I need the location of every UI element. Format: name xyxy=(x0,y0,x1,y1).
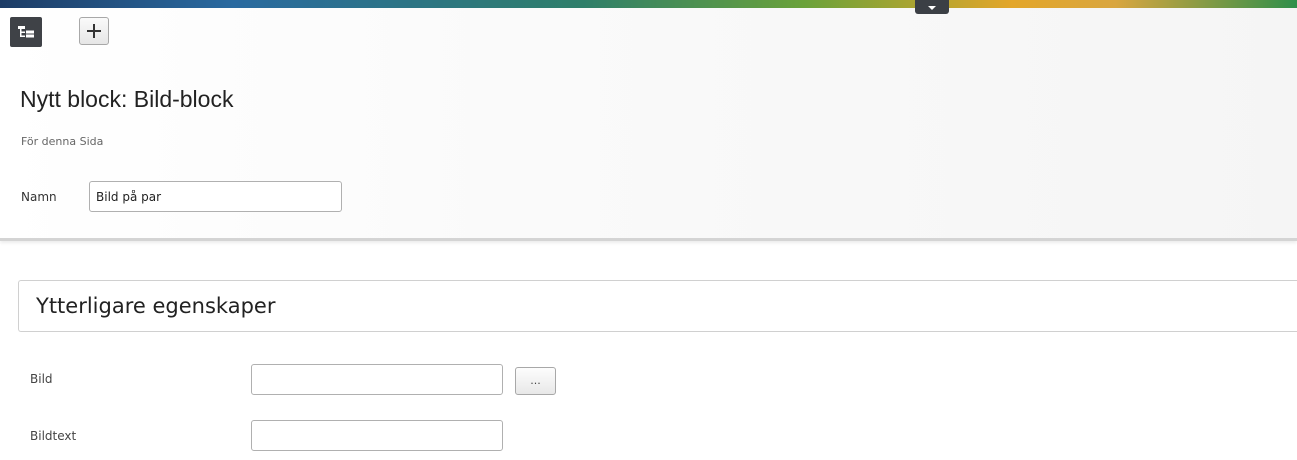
browse-image-button[interactable]: ... xyxy=(515,367,556,395)
toggle-navigation-tree-button[interactable] xyxy=(10,17,42,47)
name-input[interactable] xyxy=(89,181,342,212)
chevron-down-icon xyxy=(928,6,936,10)
additional-properties-section: Ytterligare egenskaper xyxy=(18,280,1297,332)
page-subtitle: För denna Sida xyxy=(21,135,104,148)
name-label: Namn xyxy=(21,190,57,204)
image-label: Bild xyxy=(30,372,53,386)
plus-icon xyxy=(87,24,101,38)
navigation-tree-icon xyxy=(18,26,34,38)
page-title: Nytt block: Bild-block xyxy=(20,86,234,112)
collapse-header-button[interactable] xyxy=(915,0,949,14)
image-input[interactable] xyxy=(251,364,503,395)
section-title: Ytterligare egenskaper xyxy=(36,294,276,318)
add-button[interactable] xyxy=(79,17,109,45)
caption-input[interactable] xyxy=(251,420,503,451)
caption-label: Bildtext xyxy=(30,429,77,443)
top-gradient-bar xyxy=(0,0,1297,8)
